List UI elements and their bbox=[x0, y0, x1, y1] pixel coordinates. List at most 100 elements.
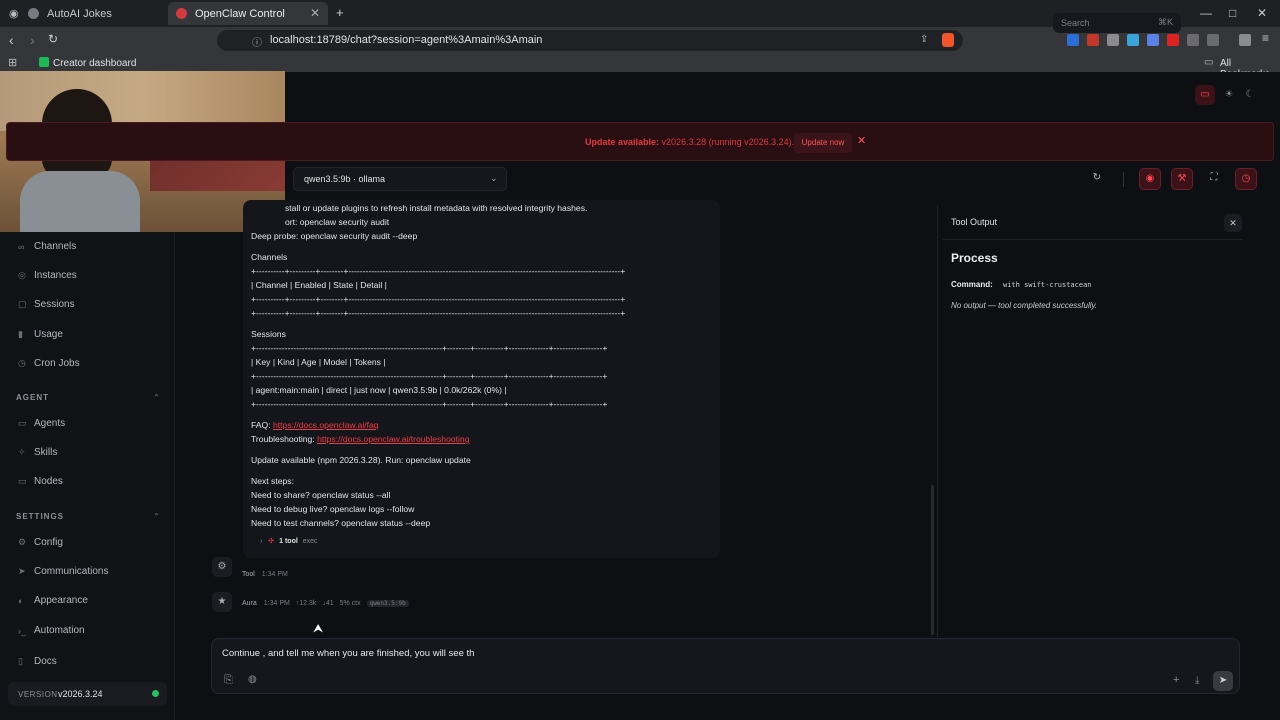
book-icon: ▯ bbox=[18, 656, 23, 666]
message-line: Deep probe: openclaw security audit --de… bbox=[251, 231, 418, 241]
add-icon[interactable]: + bbox=[1173, 674, 1179, 686]
extension-icon[interactable] bbox=[1107, 34, 1119, 46]
search-input[interactable]: Search ⌘K bbox=[1053, 13, 1181, 33]
banner-text: Update available: v2026.3.28 (running v2… bbox=[585, 137, 794, 147]
sidebar-item-channels[interactable]: ∞ Channels bbox=[18, 241, 76, 252]
extension-icon[interactable] bbox=[1147, 34, 1159, 46]
troubleshooting-label: Troubleshooting: bbox=[251, 434, 315, 444]
chat-scrollbar[interactable] bbox=[931, 485, 934, 635]
message-composer: Continue , and tell me when you are fini… bbox=[211, 638, 1240, 694]
panel-title: Process bbox=[951, 251, 998, 265]
sidebar-item-appearance[interactable]: ◐ Appearance bbox=[18, 595, 88, 606]
site-info-icon[interactable]: ⓘ bbox=[252, 34, 262, 49]
extension-icon[interactable] bbox=[1087, 34, 1099, 46]
section-agent[interactable]: AGENT ⌃ bbox=[16, 393, 160, 402]
message-line: Need to debug live? openclaw logs --foll… bbox=[251, 504, 415, 514]
dismiss-banner-icon[interactable]: ✕ bbox=[857, 134, 866, 147]
share-icon[interactable]: ⇪ bbox=[920, 34, 928, 45]
new-tab-icon[interactable]: + bbox=[336, 5, 344, 20]
sidebar-item-label: Channels bbox=[34, 241, 77, 252]
extension-icon[interactable] bbox=[1167, 34, 1179, 46]
sidebar-item-label: Sessions bbox=[34, 299, 75, 310]
aura-time: 1:34 PM bbox=[263, 600, 290, 607]
extension-icon[interactable] bbox=[1207, 34, 1219, 46]
back-icon[interactable]: ‹ bbox=[9, 32, 14, 48]
close-panel-icon[interactable]: ✕ bbox=[1224, 214, 1242, 232]
toolbar-divider bbox=[1123, 172, 1124, 187]
browser-menu-icon[interactable]: ◉ bbox=[9, 7, 19, 20]
close-window-icon[interactable]: ✕ bbox=[1257, 6, 1267, 20]
banner-detail: v2026.3.28 (running v2026.3.24). bbox=[661, 137, 795, 147]
command-value: with swift-crustacean bbox=[1003, 281, 1092, 289]
message-line: Need to share? openclaw status --all bbox=[251, 490, 391, 500]
download-icon[interactable]: ⤓ bbox=[1195, 675, 1199, 686]
sidebar-item-skills[interactable]: ✧ Skills bbox=[18, 447, 57, 458]
sidebar-item-usage[interactable]: ▮ Usage bbox=[18, 329, 63, 340]
send-button[interactable]: ➤ bbox=[1213, 671, 1233, 691]
tools-toggle-icon[interactable]: ⚒ bbox=[1171, 168, 1193, 190]
reload-icon[interactable]: ↻ bbox=[48, 32, 58, 46]
send-icon: ➤ bbox=[18, 566, 26, 576]
message-input[interactable]: Continue , and tell me when you are fini… bbox=[222, 648, 1162, 659]
maximize-icon[interactable]: □ bbox=[1229, 6, 1236, 20]
sidebar-item-communications[interactable]: ➤ Communications bbox=[18, 566, 108, 577]
sidebar-toggle-icon[interactable] bbox=[1239, 34, 1251, 46]
extensions-puzzle-icon[interactable] bbox=[1187, 34, 1199, 46]
broadcast-icon: ◎ bbox=[18, 270, 26, 280]
tool-summary[interactable]: › ✣ 1 tool exec bbox=[260, 537, 318, 545]
brave-shield-icon[interactable] bbox=[942, 33, 954, 47]
theme-dark-icon[interactable]: ☾ bbox=[1240, 85, 1260, 105]
refresh-button[interactable]: ↻ bbox=[1086, 168, 1108, 190]
sidebar-item-label: Skills bbox=[34, 447, 58, 458]
aura-tokens-in: ↑12.3k bbox=[295, 600, 317, 607]
forward-icon[interactable]: › bbox=[30, 32, 35, 48]
message-line: ort: openclaw security audit bbox=[285, 217, 390, 227]
microphone-icon[interactable]: ◍ bbox=[248, 674, 257, 685]
address-bar[interactable]: ⓘ localhost:18789/chat?session=agent%3Am… bbox=[217, 30, 963, 51]
message-line: stall or update plugins to refresh insta… bbox=[285, 203, 588, 213]
aura-model-badge: qwen3.5:9b bbox=[366, 600, 409, 607]
sidebar-item-nodes[interactable]: ▭ Nodes bbox=[18, 476, 63, 487]
model-select[interactable]: qwen3.5:9b · ollama ⌄ bbox=[293, 167, 507, 191]
browser-menu-kebab-icon[interactable]: ≡ bbox=[1262, 31, 1269, 45]
sidebar-item-automation[interactable]: ›_ Automation bbox=[18, 625, 85, 636]
history-toggle-icon[interactable]: ◷ bbox=[1235, 168, 1257, 190]
tab-favicon-icon bbox=[28, 8, 39, 19]
troubleshooting-link[interactable]: https://docs.openclaw.ai/troubleshooting bbox=[317, 434, 469, 444]
mouse-cursor-icon: ⮝ bbox=[313, 621, 324, 635]
section-settings[interactable]: SETTINGS ⌃ bbox=[16, 512, 160, 521]
apps-grid-icon[interactable]: ⊞ bbox=[8, 56, 17, 69]
close-tab-icon[interactable]: ✕ bbox=[310, 6, 320, 20]
message-line: | Channel | Enabled | State | Detail | bbox=[251, 280, 387, 290]
banner-title: Update available: bbox=[585, 137, 660, 147]
sidebar-item-label: Automation bbox=[34, 625, 85, 636]
sidebar-item-config[interactable]: ⚙ Config bbox=[18, 537, 63, 548]
attach-icon[interactable]: ⎘ bbox=[224, 674, 233, 687]
extension-icon[interactable] bbox=[1067, 34, 1079, 46]
chevron-up-icon: ⌃ bbox=[153, 393, 161, 402]
focus-mode-icon[interactable]: ⛶ bbox=[1203, 168, 1225, 190]
aura-meta: Aura 1:34 PM ↑12.3k ↓41 5% ctx qwen3.5:9… bbox=[242, 600, 409, 607]
theme-system-icon[interactable]: ▭ bbox=[1195, 85, 1215, 105]
sidebar-item-label: Usage bbox=[34, 329, 63, 340]
tool-meta: Tool 1:34 PM bbox=[242, 571, 288, 578]
tool-count: 1 tool bbox=[279, 538, 298, 545]
bookmark-creator-dashboard[interactable]: Creator dashboard bbox=[53, 58, 136, 69]
url-text: localhost:18789/chat?session=agent%3Amai… bbox=[270, 34, 543, 46]
tab-autoai-jokes[interactable]: AutoAI Jokes bbox=[20, 2, 168, 25]
search-shortcut: ⌘K bbox=[1158, 17, 1174, 27]
minimize-icon[interactable]: — bbox=[1200, 6, 1212, 20]
sidebar-item-instances[interactable]: ◎ Instances bbox=[18, 270, 77, 281]
faq-link[interactable]: https://docs.openclaw.ai/faq bbox=[273, 420, 379, 430]
extension-icon[interactable] bbox=[1127, 34, 1139, 46]
sidebar-item-cron-jobs[interactable]: ◷ Cron Jobs bbox=[18, 358, 80, 369]
sidebar-item-docs[interactable]: ▯ Docs bbox=[18, 656, 57, 667]
sidebar-item-agents[interactable]: ▭ Agents bbox=[18, 418, 65, 429]
sidebar-item-sessions[interactable]: ▢ Sessions bbox=[18, 299, 75, 310]
brain-toggle-icon[interactable]: ◉ bbox=[1139, 168, 1161, 190]
update-now-button[interactable]: Update now bbox=[794, 133, 852, 153]
theme-light-icon[interactable]: ☀ bbox=[1219, 85, 1239, 105]
folder-icon: ▭ bbox=[18, 418, 27, 428]
tab-openclaw-control[interactable]: OpenClaw Control ✕ bbox=[168, 2, 328, 25]
palette-icon: ◐ bbox=[18, 595, 24, 606]
